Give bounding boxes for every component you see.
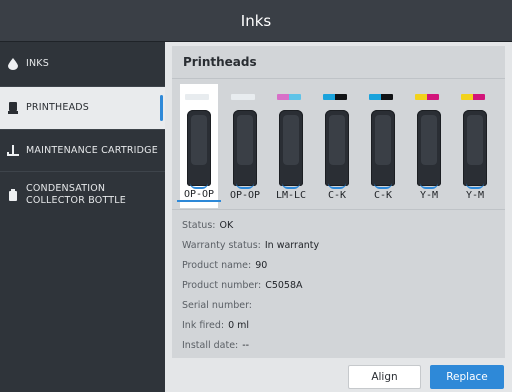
printhead-slot-3[interactable]: LM-LC — [269, 86, 313, 206]
window-title: Inks — [240, 11, 272, 30]
app-window: Inks INKS PRINTHEADS MAINTENANCE CARTRID… — [0, 0, 512, 392]
sidebar-item-label: INKS — [26, 58, 49, 69]
divider — [172, 78, 505, 79]
printhead-label: Y-M — [419, 190, 439, 201]
printhead-slot-7[interactable]: Y-M — [453, 86, 497, 206]
sidebar-item-label: PRINTHEADS — [26, 102, 90, 113]
printhead-slot-1[interactable]: OP-OP — [177, 84, 221, 208]
detail-status: Status: OK — [182, 220, 234, 231]
printhead-label: C-K — [373, 190, 393, 201]
sidebar-item-maintenance-cartridge[interactable]: MAINTENANCE CARTRIDGE — [0, 130, 165, 172]
printhead-label: LM-LC — [275, 190, 307, 201]
sidebar-item-printheads[interactable]: PRINTHEADS — [0, 87, 165, 130]
title-bar: Inks — [0, 0, 512, 42]
printhead-slot-2[interactable]: OP-OP — [223, 86, 267, 206]
printhead-slot-6[interactable]: Y-M — [407, 86, 451, 206]
sidebar-item-condensation-collector-bottle[interactable]: CONDENSATION COLLECTOR BOTTLE — [0, 172, 165, 217]
printhead-icon — [279, 110, 303, 189]
printheads-panel: Printheads OP-OP OP-OP LM-LC C-K C-K Y-M… — [172, 46, 505, 358]
printhead-icon — [371, 110, 395, 189]
printhead-label: C-K — [327, 190, 347, 201]
detail-product-name: Product name: 90 — [182, 260, 268, 271]
printhead-color-chip — [185, 94, 209, 100]
sidebar: INKS PRINTHEADS MAINTENANCE CARTRIDGE CO… — [0, 42, 165, 392]
maintenance-cartridge-icon — [0, 144, 26, 157]
printhead-slot-5[interactable]: C-K — [361, 86, 405, 206]
replace-button[interactable]: Replace — [430, 365, 504, 389]
panel-title: Printheads — [183, 55, 257, 69]
printhead-color-chip — [277, 94, 301, 100]
printhead-color-chip — [415, 94, 439, 100]
sidebar-item-label: CONDENSATION COLLECTOR BOTTLE — [26, 182, 126, 206]
detail-serial-number: Serial number: — [182, 300, 253, 311]
detail-ink-fired: Ink fired: 0 ml — [182, 320, 250, 331]
printhead-icon — [463, 110, 487, 189]
printhead-icon — [417, 110, 441, 189]
printhead-icon — [0, 102, 26, 114]
sidebar-item-inks[interactable]: INKS — [0, 42, 165, 87]
printhead-icon — [325, 110, 349, 189]
align-button[interactable]: Align — [348, 365, 421, 389]
printhead-color-chip — [231, 94, 255, 100]
detail-warranty-status: Warranty status: In warranty — [182, 240, 320, 251]
printhead-color-chip — [323, 94, 347, 100]
divider — [172, 209, 505, 210]
printhead-list: OP-OP OP-OP LM-LC C-K C-K Y-M Y-M — [177, 84, 499, 208]
printhead-label: OP-OP — [229, 190, 261, 201]
printhead-details: Status: OK Warranty status: In warranty Pr… — [182, 216, 319, 356]
main-content: Printheads OP-OP OP-OP LM-LC C-K C-K Y-M… — [165, 42, 512, 392]
ink-drop-icon — [0, 58, 26, 70]
printhead-label: OP-OP — [177, 189, 221, 202]
printhead-color-chip — [369, 94, 393, 100]
printhead-icon — [187, 110, 211, 189]
printhead-icon — [233, 110, 257, 189]
printhead-slot-4[interactable]: C-K — [315, 86, 359, 206]
sidebar-item-label: MAINTENANCE CARTRIDGE — [26, 144, 158, 156]
printhead-label: Y-M — [465, 190, 485, 201]
detail-install-date: Install date: -- — [182, 340, 250, 351]
printhead-color-chip — [461, 94, 485, 100]
bottle-icon — [0, 188, 26, 201]
detail-product-number: Product number: C5058A — [182, 280, 303, 291]
